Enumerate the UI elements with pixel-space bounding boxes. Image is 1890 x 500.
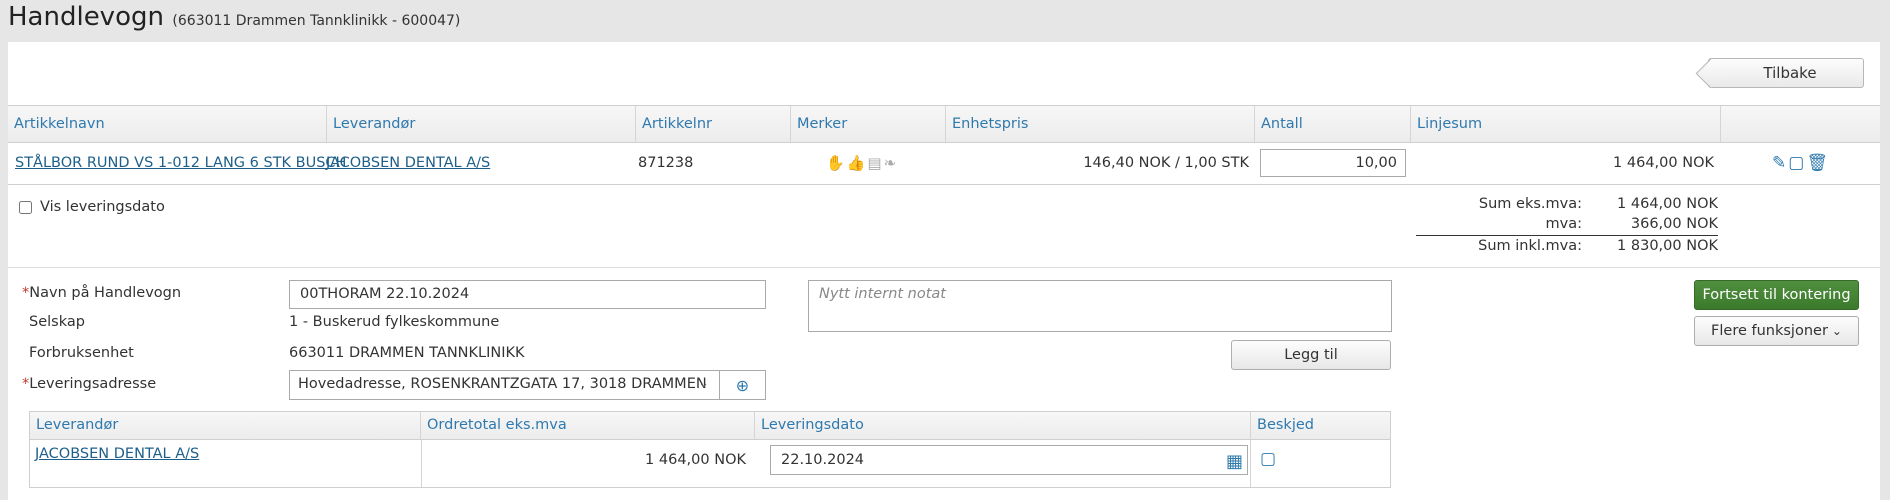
supplier-link[interactable]: JACOBSEN DENTAL A/S [326,155,490,171]
page-title: Handlevogn [8,2,164,32]
add-note-button[interactable]: Legg til [1231,340,1391,370]
sub-supplier-link[interactable]: JACOBSEN DENTAL A/S [35,446,199,462]
section-divider [8,267,1880,268]
article-link[interactable]: STÅLBOR RUND VS 1-012 LANG 6 STK BUSCH [15,155,346,171]
unit-label: Forbruksenhet [29,345,134,361]
thumbs-up-icon: 👍 [846,154,866,172]
col-marks[interactable]: Merker [790,106,946,142]
cart-panel: Tilbake Artikkelnavn Leverandør Artikkel… [8,42,1880,500]
col-article-no[interactable]: Artikkelnr [635,106,791,142]
col-supplier[interactable]: Leverandør [326,106,640,142]
supplier-table-header: Leverandør Ordretotal eks.mva Leveringsd… [30,412,1390,440]
quantity-input[interactable]: 10,00 [1260,149,1406,177]
sub-total-value: 1 464,00 NOK [645,452,746,468]
vat-value: 366,00 NOK [1630,216,1718,232]
show-delivery-date-checkbox[interactable] [19,200,32,214]
col-actions [1720,106,1880,142]
summary-divider [1416,235,1718,236]
hand-icon: ✋ [826,154,845,172]
back-button[interactable]: Tilbake [1708,58,1864,88]
calendar-icon[interactable]: ▦ [1226,448,1243,476]
page-subtitle: (663011 Drammen Tannklinikk - 600047) [172,13,461,29]
plus-circle-icon: ⊕ [735,375,750,395]
unit-price: 146,40 NOK / 1,00 STK [1083,155,1249,171]
sub-col-date: Leveringsdato [754,412,1251,439]
document-icon: ▤ [867,154,882,172]
address-value: Hovedadresse, ROSENKRANTZGATA 17, 3018 D… [298,376,707,392]
internal-note-input[interactable]: Nytt internt notat [808,280,1392,332]
mark-icons: ✋ 👍 ▤ ❧ [826,142,898,184]
col-unit-price[interactable]: Enhetspris [945,106,1255,142]
article-number: 871238 [638,155,694,171]
sum-inc-vat-value: 1 830,00 NOK [1617,238,1718,254]
address-select[interactable]: Hovedadresse, ROSENKRANTZGATA 17, 3018 D… [289,370,720,400]
add-address-button[interactable]: ⊕ [720,370,766,400]
supplier-table: Leverandør Ordretotal eks.mva Leveringsd… [29,411,1391,488]
leaf-icon: ❧ [883,154,897,172]
line-sum: 1 464,00 NOK [1613,155,1714,171]
col-article-name[interactable]: Artikkelnavn [8,106,328,142]
col-quantity[interactable]: Antall [1254,106,1411,142]
col-line-sum[interactable]: Linjesum [1410,106,1720,142]
sub-col-supplier: Leverandør [36,417,119,433]
table-row: STÅLBOR RUND VS 1-012 LANG 6 STK BUSCH J… [8,142,1880,185]
sum-inc-vat-label: Sum inkl.mva: [1478,238,1582,254]
delivery-date-input[interactable]: 22.10.2024 ▦ [770,445,1248,475]
chevron-down-icon: ⌄ [1831,324,1842,338]
sub-col-total: Ordretotal eks.mva [420,412,755,439]
show-delivery-date-label: Vis leveringsdato [40,199,165,215]
sum-ex-vat-label: Sum eks.mva: [1478,196,1582,212]
company-value: 1 - Buskerud fylkeskommune [289,314,500,330]
table-header: Artikkelnavn Leverandør Artikkelnr Merke… [8,105,1880,143]
cart-name-input[interactable]: 00THORAM 22.10.2024 [289,280,766,309]
note-icon[interactable]: ▢ [1788,153,1804,173]
attach-icon[interactable]: ✎ [1772,153,1786,173]
cart-name-label: *Navn på Handlevogn [22,285,182,301]
address-label: *Leveringsadresse [22,376,157,392]
sub-col-message: Beskjed [1250,412,1390,439]
sum-ex-vat-value: 1 464,00 NOK [1617,196,1718,212]
message-icon[interactable]: ▢ [1260,449,1276,469]
company-label: Selskap [29,314,85,330]
show-delivery-date-toggle[interactable]: Vis leveringsdato [19,199,165,215]
continue-button[interactable]: Fortsett til kontering [1694,280,1859,310]
chevron-down-icon: ⌄ [698,376,709,391]
unit-value: 663011 DRAMMEN TANNKLINIKK [289,345,525,361]
more-functions-button[interactable]: Flere funksjoner ⌄ [1694,316,1859,346]
row-actions: ✎ ▢ 🗑 [1772,142,1830,184]
page-header: Handlevogn (663011 Drammen Tannklinikk -… [8,2,460,42]
vat-label: mva: [1545,216,1582,232]
trash-icon[interactable]: 🗑 [1806,153,1828,173]
